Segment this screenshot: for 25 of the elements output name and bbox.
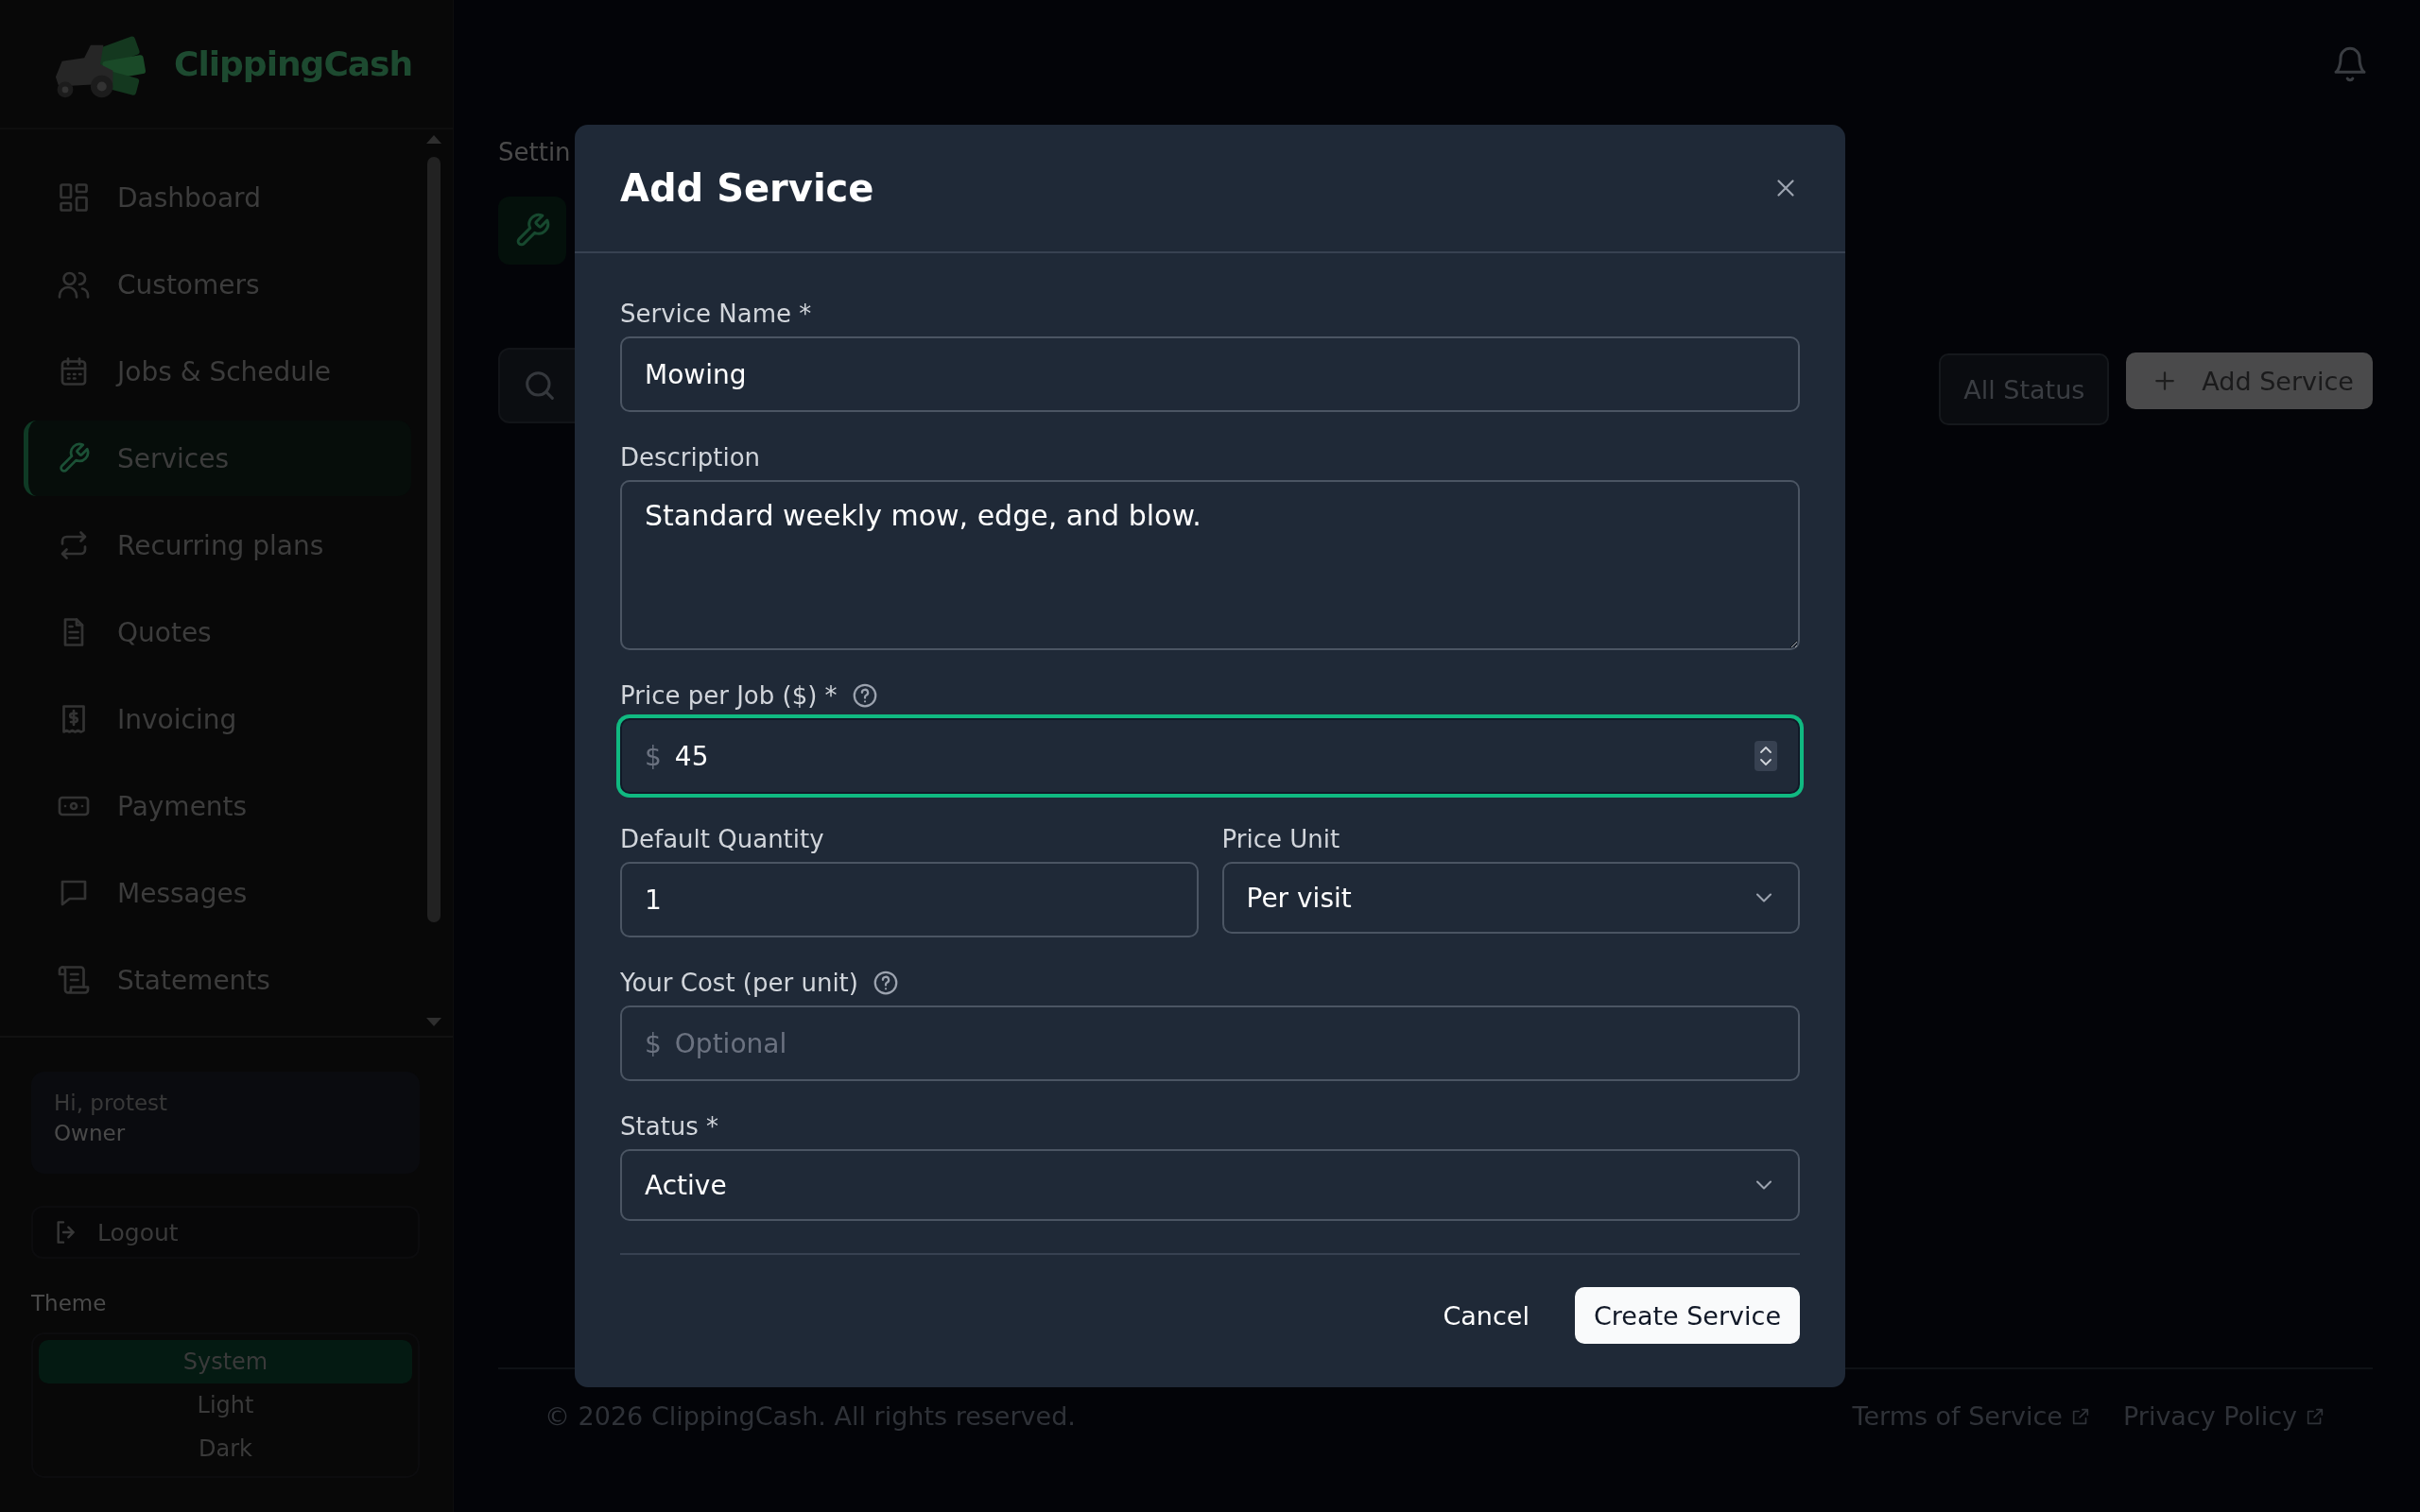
- input-field[interactable]: $ Optional: [620, 1005, 1800, 1081]
- select-field[interactable]: Per visit: [1221, 862, 1800, 934]
- scrollbar[interactable]: [424, 135, 443, 1026]
- scroll-icon: [57, 963, 91, 997]
- field-label: Description: [620, 443, 761, 472]
- field-label: Price Unit: [1221, 825, 1340, 853]
- input-field[interactable]: Mowing: [620, 336, 1800, 412]
- cancel-button[interactable]: Cancel: [1443, 1300, 1530, 1331]
- field-label: Service Name *: [620, 300, 812, 328]
- wrench-icon: [57, 441, 91, 475]
- brand-name: ClippingCash: [174, 44, 413, 83]
- field-label: Status *: [620, 1112, 719, 1141]
- description-field[interactable]: Standard weekly mow, edge, and blow.: [620, 480, 1800, 650]
- theme-label: Theme: [31, 1291, 108, 1315]
- spinner-icon: [1754, 741, 1777, 771]
- field-label: Price per Job ($) *: [620, 681, 838, 710]
- field-label: Your Cost (per unit): [620, 969, 858, 997]
- breadcrumb: Settin: [498, 138, 572, 166]
- dialog-title: Add Service: [620, 166, 874, 210]
- create-service-button[interactable]: Create Service: [1574, 1287, 1800, 1344]
- input-field[interactable]: 1: [620, 862, 1199, 937]
- select-field[interactable]: Active: [620, 1149, 1800, 1221]
- user-role: Owner: [54, 1121, 127, 1145]
- grid-icon: [57, 180, 91, 215]
- field-label: Default Quantity: [620, 825, 824, 853]
